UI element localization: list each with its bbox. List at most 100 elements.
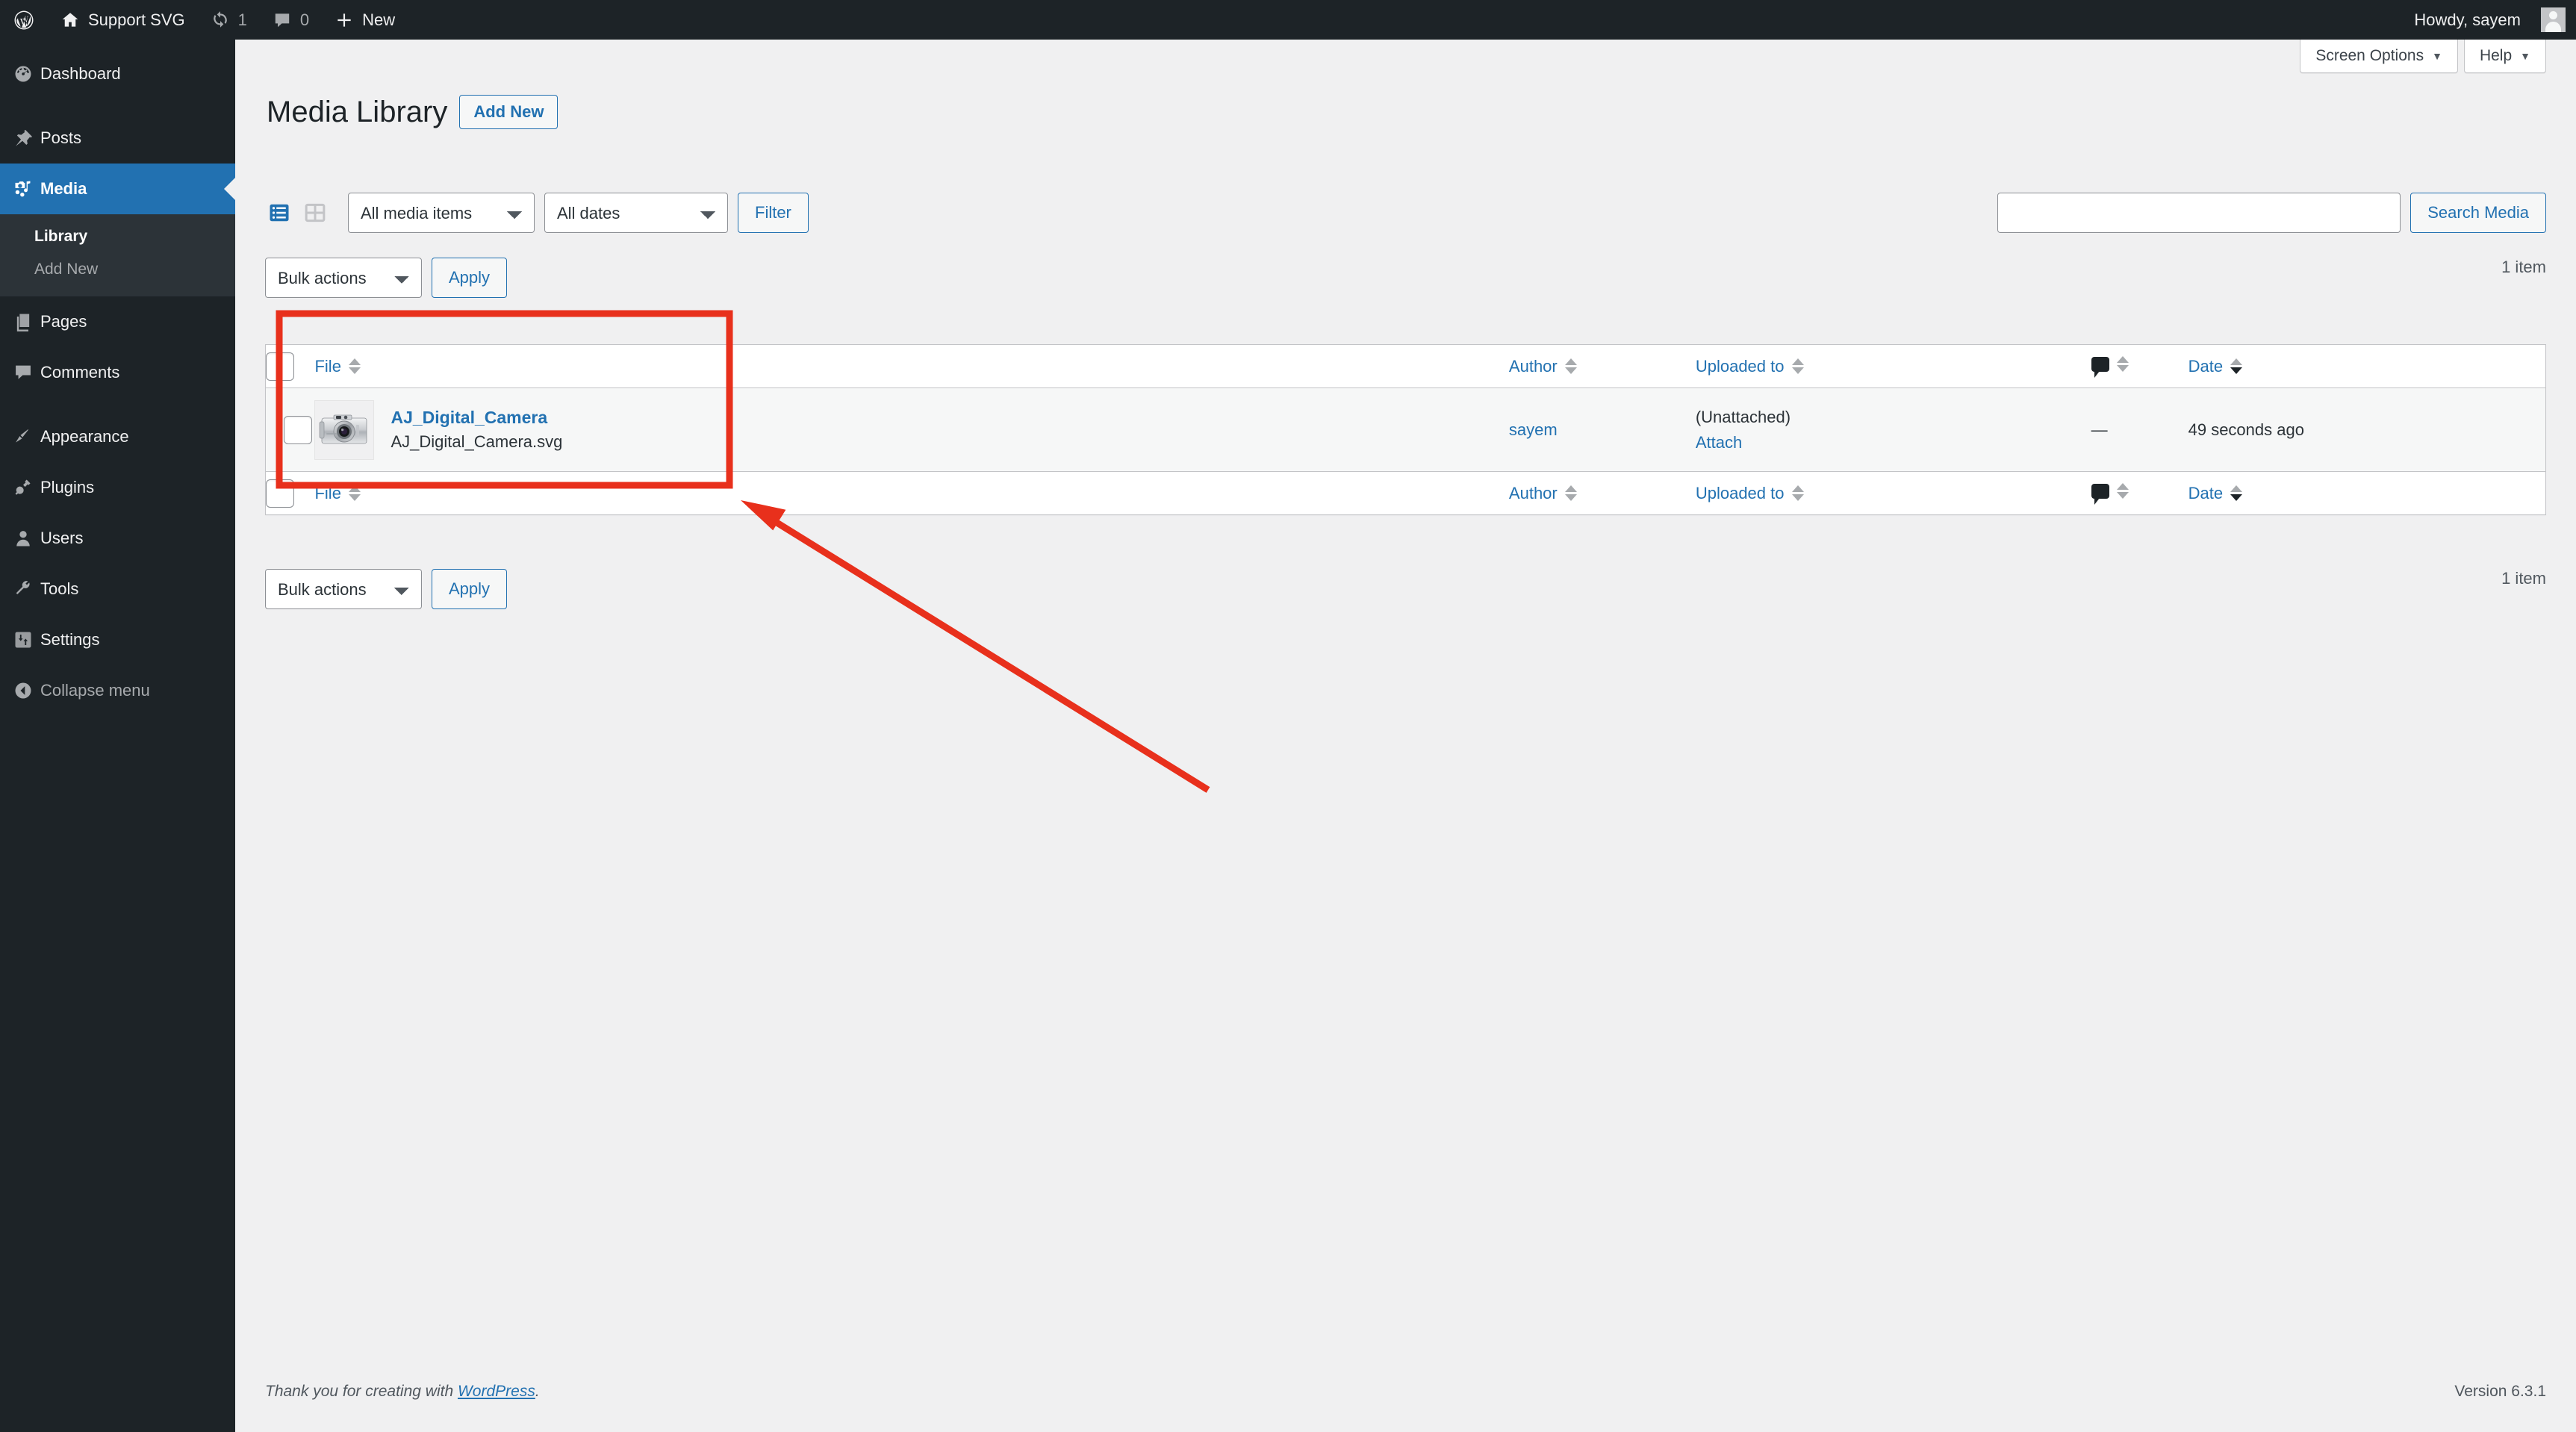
- sort-date-link[interactable]: Date: [2188, 357, 2243, 376]
- sidebar-item-add-new-media[interactable]: Add New: [0, 253, 235, 286]
- column-header-file: File: [314, 344, 1509, 388]
- media-filename: AJ_Digital_Camera.svg: [391, 432, 563, 451]
- sort-arrows-icon: [2116, 483, 2129, 499]
- screen-options-button[interactable]: Screen Options ▼: [2300, 40, 2458, 73]
- digital-camera-thumbnail: [314, 399, 375, 460]
- row-uploaded-to-cell: (Unattached) Attach: [1695, 387, 2091, 472]
- table-header-row: File Author Uploaded to Date: [265, 344, 2546, 388]
- sidebar-item-plugins[interactable]: Plugins: [0, 462, 235, 513]
- sidebar-item-media[interactable]: Media: [0, 164, 235, 214]
- column-header-comments: [2091, 344, 2188, 388]
- updates-menu[interactable]: 1: [198, 0, 260, 40]
- pages-icon: [6, 311, 40, 332]
- sort-author-link[interactable]: Author: [1509, 357, 1577, 376]
- comment-bubble-icon: [2091, 356, 2109, 378]
- grid-view-icon[interactable]: [301, 199, 329, 227]
- tablenav-bottom-bulk: Bulk actionsDelete permanently Apply 1 i…: [265, 569, 2546, 614]
- sort-file-link-footer[interactable]: File: [314, 484, 361, 503]
- collapse-menu-button[interactable]: Collapse menu: [0, 665, 235, 716]
- sort-arrows-icon: [2116, 356, 2129, 373]
- admin-sidebar-menu: Dashboard Posts Media Library Add New Pa…: [0, 40, 235, 1432]
- updates-count: 1: [237, 10, 247, 29]
- select-all-footer-header: [265, 471, 315, 515]
- column-footer-file: File: [314, 471, 1509, 515]
- sidebar-item-comments[interactable]: Comments: [0, 347, 235, 398]
- site-name-menu[interactable]: Support SVG: [48, 0, 198, 40]
- admin-bar: Support SVG 1 0 New Howdy, sayem: [0, 0, 2576, 40]
- plus-icon: [335, 10, 354, 30]
- column-label-uploaded-to: Uploaded to: [1695, 356, 1785, 376]
- column-header-uploaded-to: Uploaded to: [1695, 344, 2091, 388]
- unattached-label: (Unattached): [1695, 407, 1791, 426]
- sidebar-item-posts[interactable]: Posts: [0, 113, 235, 164]
- new-content-label: New: [362, 10, 396, 29]
- column-label-uploaded-to: Uploaded to: [1695, 483, 1785, 502]
- sidebar-item-library[interactable]: Library: [0, 220, 235, 253]
- bulk-actions-select-bottom[interactable]: Bulk actionsDelete permanently: [265, 569, 422, 609]
- column-label-date: Date: [2188, 483, 2224, 502]
- sidebar-item-label: Pages: [40, 312, 87, 331]
- comments-menu[interactable]: 0: [260, 0, 322, 40]
- new-content-menu[interactable]: New: [322, 0, 408, 40]
- search-media-button[interactable]: Search Media: [2410, 193, 2546, 233]
- sort-parent-link[interactable]: Uploaded to: [1696, 357, 1804, 376]
- footer-thanks-suffix: .: [535, 1383, 540, 1400]
- search-input[interactable]: [1997, 193, 2401, 233]
- add-new-button[interactable]: Add New: [459, 95, 559, 130]
- sidebar-item-users[interactable]: Users: [0, 513, 235, 564]
- footer-thanks-prefix: Thank you for creating with: [265, 1383, 458, 1400]
- list-view-icon[interactable]: [265, 199, 293, 227]
- sort-date-link-footer[interactable]: Date: [2188, 483, 2243, 503]
- column-label-file: File: [314, 356, 341, 376]
- row-checkbox[interactable]: [284, 415, 312, 444]
- sort-parent-link-footer[interactable]: Uploaded to: [1696, 484, 1804, 503]
- dashboard-icon: [6, 63, 40, 84]
- media-title-link[interactable]: AJ_Digital_Camera: [391, 408, 562, 428]
- table-row: AJ_Digital_Camera AJ_Digital_Camera.svg …: [265, 387, 2546, 472]
- sidebar-item-label: Users: [40, 529, 84, 547]
- date-filter[interactable]: All dates: [544, 193, 728, 233]
- page-title: Media Library: [267, 95, 448, 128]
- sliders-icon: [6, 629, 40, 650]
- wordpress-link[interactable]: WordPress: [458, 1383, 535, 1400]
- column-footer-comments: [2091, 471, 2188, 515]
- sidebar-item-tools[interactable]: Tools: [0, 564, 235, 614]
- sidebar-item-dashboard[interactable]: Dashboard: [0, 49, 235, 99]
- column-label-author: Author: [1508, 356, 1558, 376]
- author-link[interactable]: sayem: [1509, 420, 1558, 439]
- main-content: Screen Options ▼ Help ▼ Media Library Ad…: [235, 40, 2576, 1432]
- bulk-actions-select-top[interactable]: Bulk actionsDelete permanently: [265, 258, 422, 298]
- sort-arrows-icon: [1791, 358, 1804, 374]
- my-account-menu[interactable]: Howdy, sayem: [2401, 0, 2566, 40]
- select-all-checkbox[interactable]: [266, 352, 294, 381]
- table-body: AJ_Digital_Camera AJ_Digital_Camera.svg …: [265, 387, 2546, 472]
- filter-button[interactable]: Filter: [738, 193, 809, 233]
- apply-button-bottom[interactable]: Apply: [432, 569, 508, 609]
- sidebar-item-pages[interactable]: Pages: [0, 296, 235, 347]
- sidebar-item-appearance[interactable]: Appearance: [0, 411, 235, 462]
- help-button[interactable]: Help ▼: [2463, 40, 2546, 73]
- wordpress-logo-menu[interactable]: [0, 0, 48, 40]
- howdy-label: Howdy, sayem: [2414, 10, 2521, 29]
- footer-thankyou: Thank you for creating with WordPress.: [265, 1383, 540, 1401]
- plug-icon: [6, 477, 40, 498]
- sort-arrows-icon: [348, 485, 361, 501]
- apply-button-top[interactable]: Apply: [432, 258, 508, 298]
- sort-comments-link-footer[interactable]: [2091, 483, 2129, 505]
- chevron-down-icon: ▼: [2432, 50, 2442, 62]
- chevron-down-icon: ▼: [2520, 50, 2530, 62]
- wordpress-admin-screen: Support SVG 1 0 New Howdy, sayem Dashboa…: [0, 0, 2576, 1432]
- select-all-checkbox-footer[interactable]: [266, 479, 294, 508]
- column-label-author: Author: [1508, 483, 1558, 502]
- sort-comments-link[interactable]: [2091, 356, 2129, 378]
- sort-author-link-footer[interactable]: Author: [1509, 484, 1577, 503]
- sort-file-link[interactable]: File: [314, 356, 361, 376]
- media-camera-music-icon: [6, 178, 40, 199]
- sidebar-item-label: Settings: [40, 630, 100, 649]
- sidebar-item-label: Posts: [40, 128, 82, 147]
- sidebar-item-settings[interactable]: Settings: [0, 614, 235, 665]
- media-type-filter[interactable]: All media itemsImagesAudioVideoDocuments…: [348, 193, 535, 233]
- sort-arrows-icon: [348, 358, 361, 374]
- attach-link[interactable]: Attach: [1696, 433, 2091, 452]
- tablenav-top-filters: All media itemsImagesAudioVideoDocuments…: [265, 193, 2546, 237]
